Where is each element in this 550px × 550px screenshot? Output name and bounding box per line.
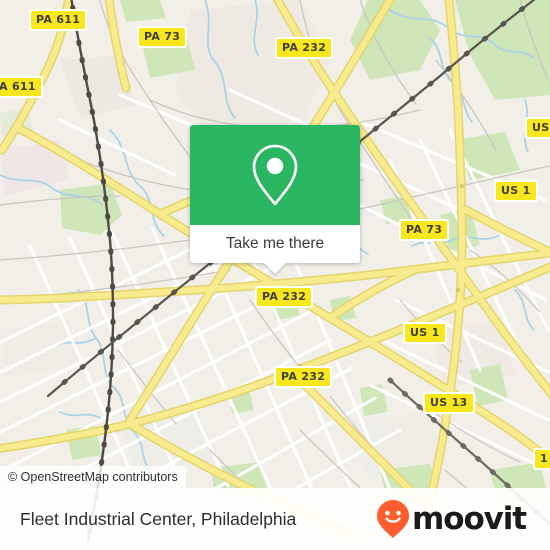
location-popup-card[interactable]: Take me there bbox=[190, 125, 360, 274]
moovit-pin-icon bbox=[377, 500, 410, 538]
road-shield: PA 232 bbox=[255, 286, 314, 308]
map-screenshot: PA 611 PA 73 PA 232 A 611 US US 1 PA 73 … bbox=[0, 0, 550, 550]
place-title: Fleet Industrial Center, Philadelphia bbox=[20, 508, 297, 529]
popup-header bbox=[190, 125, 360, 225]
road-shield: US 13 bbox=[423, 392, 475, 414]
road-shield: 1 bbox=[533, 448, 550, 470]
road-shield: PA 611 bbox=[29, 9, 88, 31]
map-attribution[interactable]: © OpenStreetMap contributors bbox=[0, 466, 186, 488]
road-shield: PA 232 bbox=[275, 37, 334, 59]
moovit-logo[interactable]: moovit bbox=[376, 499, 527, 539]
road-shield: US 1 bbox=[403, 322, 447, 344]
moovit-wordmark: moovit bbox=[412, 500, 527, 537]
road-shield: A 611 bbox=[0, 76, 43, 98]
road-shield: PA 73 bbox=[399, 219, 450, 241]
road-shield: US bbox=[525, 117, 550, 139]
attribution-text: © OpenStreetMap contributors bbox=[8, 470, 178, 484]
take-me-there-button[interactable]: Take me there bbox=[226, 235, 324, 253]
road-shield: PA 232 bbox=[274, 366, 333, 388]
road-shield: PA 73 bbox=[137, 26, 188, 48]
popup-tail-pointer bbox=[264, 263, 286, 274]
road-shield: US 1 bbox=[494, 180, 538, 202]
footer-bar: Fleet Industrial Center, Philadelphia mo… bbox=[0, 488, 550, 550]
popup-footer[interactable]: Take me there bbox=[190, 225, 360, 274]
map-pin-icon bbox=[252, 144, 298, 206]
